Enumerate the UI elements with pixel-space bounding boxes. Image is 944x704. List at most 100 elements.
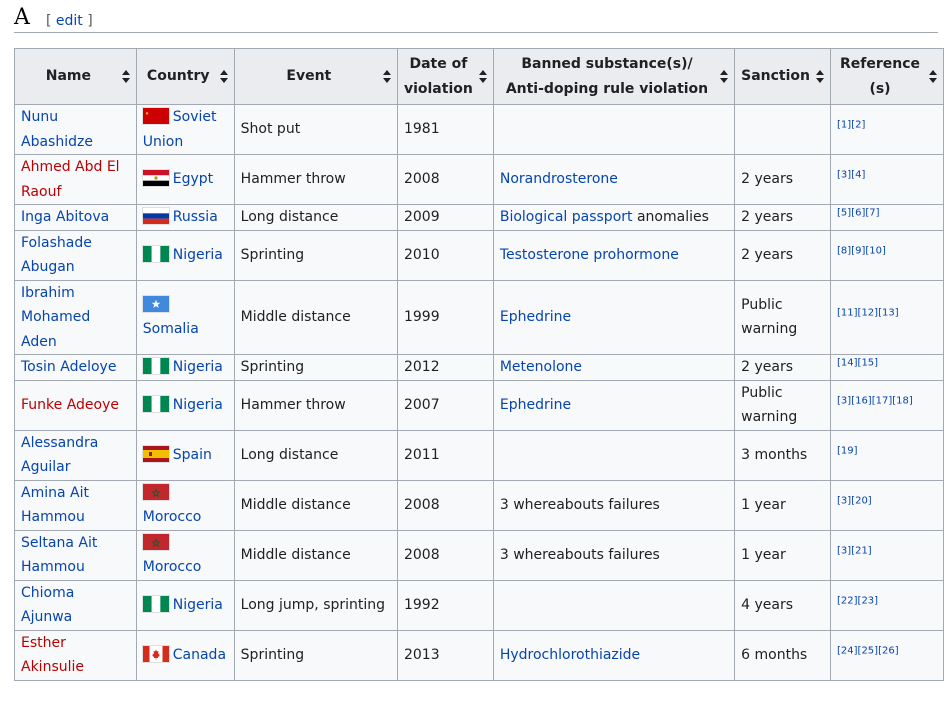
column-header-reference[interactable]: Reference (s) bbox=[830, 48, 944, 105]
substance-link[interactable]: Metenolone bbox=[500, 359, 582, 375]
reference-links[interactable]: [19] bbox=[837, 445, 858, 456]
sanction-cell: 1 year bbox=[734, 479, 832, 531]
column-header-date[interactable]: Date of violation bbox=[396, 48, 494, 105]
event-cell: Hammer throw bbox=[233, 154, 398, 205]
substance-link[interactable]: Hydrochlorothiazide bbox=[500, 647, 640, 663]
substance-cell: Ephedrine bbox=[492, 279, 736, 355]
reference-cell: [5][6][7] bbox=[830, 204, 944, 231]
reference-links[interactable]: [14][15] bbox=[837, 357, 878, 368]
name-cell: Funke Adeoye bbox=[14, 379, 137, 431]
date-cell: 2011 bbox=[396, 429, 494, 481]
sort-arrows-icon[interactable] bbox=[382, 69, 391, 84]
substance-text: 3 whereabouts failures bbox=[499, 496, 660, 513]
athlete-link[interactable]: Nunu Abashidze bbox=[21, 109, 93, 150]
flag-nigeria-icon bbox=[142, 358, 169, 374]
reference-links[interactable]: [3][4] bbox=[837, 170, 865, 181]
substance-cell: Norandrosterone bbox=[492, 154, 736, 205]
event-cell: Long distance bbox=[233, 429, 398, 481]
country-cell: Egypt bbox=[135, 154, 235, 205]
athlete-link[interactable]: Folashade Abugan bbox=[21, 235, 92, 276]
athlete-link[interactable]: Inga Abitova bbox=[21, 209, 109, 225]
country-link[interactable]: Morocco bbox=[143, 509, 202, 525]
reference-links[interactable]: [22][23] bbox=[837, 595, 878, 606]
country-cell: Nigeria bbox=[135, 379, 235, 431]
country-cell: Nigeria bbox=[135, 579, 235, 631]
table-body: Nunu Abashidze Soviet Union Shot put 1981 [1… bbox=[14, 104, 944, 681]
sanction-cell: 2 years bbox=[734, 354, 832, 381]
country-link[interactable]: Spain bbox=[173, 447, 212, 463]
reference-links[interactable]: [3][16][17][18] bbox=[837, 395, 913, 406]
country-link[interactable]: Nigeria bbox=[173, 359, 223, 375]
reference-links[interactable]: [3][20] bbox=[837, 495, 872, 506]
reference-links[interactable]: [1][2] bbox=[837, 120, 865, 131]
sanction-cell: 4 years bbox=[734, 579, 832, 631]
athlete-link[interactable]: Amina Ait Hammou bbox=[21, 485, 89, 526]
event-cell: Long jump, sprinting bbox=[233, 579, 398, 631]
sort-arrows-icon[interactable] bbox=[219, 69, 228, 84]
substance-cell bbox=[492, 104, 736, 155]
sort-arrows-icon[interactable] bbox=[478, 69, 487, 84]
date-cell: 2012 bbox=[396, 354, 494, 381]
substance-link[interactable]: Ephedrine bbox=[500, 309, 571, 325]
country-cell: Nigeria bbox=[135, 354, 235, 381]
athlete-link[interactable]: Esther Akinsulie bbox=[21, 635, 84, 676]
column-header-sanction[interactable]: Sanction bbox=[734, 48, 832, 105]
reference-links[interactable]: [11][12][13] bbox=[837, 307, 899, 318]
sanction-cell: 3 months bbox=[734, 429, 832, 481]
reference-links[interactable]: [3][21] bbox=[837, 545, 872, 556]
substance-link[interactable]: Biological passport bbox=[500, 209, 633, 225]
country-cell: Morocco bbox=[135, 479, 235, 531]
flag-russia-icon bbox=[142, 208, 169, 224]
sort-arrows-icon[interactable] bbox=[816, 69, 825, 84]
reference-links[interactable]: [8][9][10] bbox=[837, 245, 886, 256]
substance-link[interactable]: Testosterone prohormone bbox=[500, 247, 679, 263]
athlete-link[interactable]: Ibrahim Mohamed Aden bbox=[21, 285, 90, 350]
date-cell: 1999 bbox=[396, 279, 494, 355]
substance-cell: Ephedrine bbox=[492, 379, 736, 431]
country-link[interactable]: Canada bbox=[173, 647, 226, 663]
reference-cell: [14][15] bbox=[830, 354, 944, 381]
country-link[interactable]: Egypt bbox=[173, 171, 213, 187]
name-cell: Alessandra Aguilar bbox=[14, 429, 137, 481]
reference-cell: [3][20] bbox=[830, 479, 944, 531]
name-cell: Seltana Ait Hammou bbox=[14, 529, 137, 581]
flag-morocco-icon bbox=[142, 483, 169, 500]
table-row: Seltana Ait Hammou Morocco Middle distance… bbox=[14, 529, 944, 581]
column-header-name[interactable]: Name bbox=[14, 48, 137, 105]
country-cell: Nigeria bbox=[135, 229, 235, 281]
name-cell: Esther Akinsulie bbox=[14, 629, 137, 681]
athlete-link[interactable]: Alessandra Aguilar bbox=[21, 435, 98, 476]
substance-link[interactable]: Norandrosterone bbox=[500, 171, 618, 187]
flag-nigeria-icon bbox=[142, 245, 169, 262]
athlete-link[interactable]: Tosin Adeloye bbox=[21, 359, 116, 375]
country-link[interactable]: Nigeria bbox=[173, 247, 223, 263]
column-header-substance[interactable]: Banned substance(s)/ Anti-doping rule vio… bbox=[492, 48, 736, 105]
country-cell: Soviet Union bbox=[135, 104, 235, 155]
sanction-cell: 1 year bbox=[734, 529, 832, 581]
section-heading: A [ edit ] bbox=[14, 2, 938, 33]
reference-links[interactable]: [24][25][26] bbox=[837, 645, 899, 656]
column-header-event[interactable]: Event bbox=[233, 48, 398, 105]
column-header-label: violation bbox=[403, 80, 473, 97]
athlete-link[interactable]: Chioma Ajunwa bbox=[21, 585, 74, 626]
sort-arrows-icon[interactable] bbox=[720, 69, 729, 84]
name-cell: Ibrahim Mohamed Aden bbox=[14, 279, 137, 355]
reference-links[interactable]: [5][6][7] bbox=[837, 207, 880, 218]
country-link[interactable]: Nigeria bbox=[173, 397, 223, 413]
country-link[interactable]: Russia bbox=[173, 209, 218, 225]
country-link[interactable]: Nigeria bbox=[173, 597, 223, 613]
name-cell: Ahmed Abd El Raouf bbox=[14, 154, 137, 205]
table-row: Inga Abitova Russia Long distance 2009 Biolo… bbox=[14, 204, 944, 231]
event-cell: Middle distance bbox=[233, 529, 398, 581]
athlete-link[interactable]: Funke Adeoye bbox=[21, 397, 119, 413]
sort-arrows-icon[interactable] bbox=[121, 69, 130, 84]
edit-link[interactable]: edit bbox=[56, 13, 83, 29]
country-link[interactable]: Morocco bbox=[143, 559, 202, 575]
sort-arrows-icon[interactable] bbox=[929, 69, 937, 84]
country-link[interactable]: Somalia bbox=[143, 321, 199, 337]
athlete-link[interactable]: Seltana Ait Hammou bbox=[21, 535, 97, 576]
substance-link[interactable]: Ephedrine bbox=[500, 397, 571, 413]
athlete-link[interactable]: Ahmed Abd El Raouf bbox=[21, 159, 120, 200]
column-header-country[interactable]: Country bbox=[135, 48, 235, 105]
flag-somalia-icon bbox=[142, 295, 169, 312]
